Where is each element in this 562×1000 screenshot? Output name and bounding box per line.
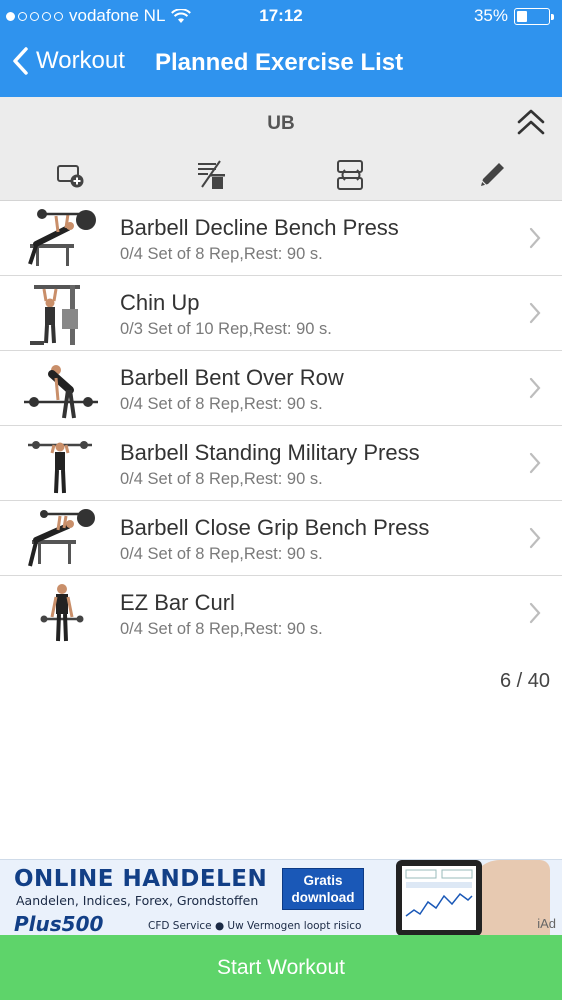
ad-brand-logo: Plus500 bbox=[14, 912, 104, 935]
ad-headline: ONLINE HANDELEN bbox=[14, 866, 268, 892]
exercise-thumbnail-icon bbox=[40, 584, 84, 642]
iad-badge: iAd bbox=[537, 916, 556, 931]
exercise-row[interactable]: Barbell Bent Over Row 0/4 Set of 8 Rep,R… bbox=[0, 351, 562, 426]
exercise-name: Barbell Decline Bench Press bbox=[120, 215, 399, 240]
page-title: Planned Exercise List bbox=[155, 49, 404, 76]
chevron-right-icon bbox=[529, 527, 541, 549]
exercise-name: Barbell Standing Military Press bbox=[120, 440, 420, 465]
exercise-row[interactable]: Barbell Decline Bench Press 0/4 Set of 8… bbox=[0, 201, 562, 276]
top-bar: vodafone NL 17:12 35% Workout Planned Ex… bbox=[0, 0, 562, 97]
status-bar: vodafone NL 17:12 35% bbox=[0, 0, 562, 32]
remove-exercise-icon[interactable] bbox=[193, 157, 229, 193]
battery-fill bbox=[517, 10, 527, 22]
add-exercise-icon[interactable] bbox=[52, 157, 88, 193]
exercise-name: Chin Up bbox=[120, 290, 200, 315]
exercise-thumbnail-icon bbox=[28, 441, 92, 494]
exercise-row[interactable]: Chin Up 0/3 Set of 10 Rep,Rest: 90 s. bbox=[0, 276, 562, 351]
exercise-thumbnail-icon bbox=[28, 209, 96, 266]
group-title: UB bbox=[267, 113, 295, 134]
exercise-detail: 0/4 Set of 8 Rep,Rest: 90 s. bbox=[120, 245, 323, 263]
exercise-count: 6 / 40 bbox=[499, 670, 550, 692]
ad-chart-image bbox=[405, 869, 473, 917]
ad-banner[interactable]: ONLINE HANDELEN Aandelen, Indices, Forex… bbox=[0, 859, 562, 935]
exercise-detail: 0/4 Set of 8 Rep,Rest: 90 s. bbox=[120, 620, 323, 638]
exercise-row[interactable]: EZ Bar Curl 0/4 Set of 8 Rep,Rest: 90 s. bbox=[0, 576, 562, 651]
chevron-right-icon bbox=[529, 452, 541, 474]
ad-phone-image bbox=[396, 860, 482, 935]
exercise-detail: 0/3 Set of 10 Rep,Rest: 90 s. bbox=[120, 320, 332, 338]
navigation-bar: Workout Planned Exercise List bbox=[0, 38, 562, 90]
back-label: Workout bbox=[36, 47, 125, 74]
exercise-row[interactable]: Barbell Standing Military Press 0/4 Set … bbox=[0, 426, 562, 501]
exercise-detail: 0/4 Set of 8 Rep,Rest: 90 s. bbox=[120, 470, 323, 488]
exercise-thumbnail-icon bbox=[24, 365, 98, 419]
collapse-chevron-icon[interactable] bbox=[514, 107, 548, 137]
exercise-group-header: UB bbox=[0, 97, 562, 201]
back-button[interactable]: Workout bbox=[10, 46, 125, 76]
exercise-thumbnail-icon bbox=[28, 509, 95, 567]
exercise-row[interactable]: Barbell Close Grip Bench Press 0/4 Set o… bbox=[0, 501, 562, 576]
battery-icon bbox=[514, 7, 554, 25]
chevron-right-icon bbox=[529, 302, 541, 324]
exercise-thumbnail-icon bbox=[30, 285, 80, 345]
exercise-name: Barbell Bent Over Row bbox=[120, 365, 344, 390]
start-workout-button[interactable]: Start Workout bbox=[0, 935, 562, 1000]
chevron-left-icon bbox=[13, 47, 28, 75]
group-toolbar bbox=[0, 157, 562, 197]
exercise-detail: 0/4 Set of 8 Rep,Rest: 90 s. bbox=[120, 395, 323, 413]
exercise-list: Barbell Decline Bench Press 0/4 Set of 8… bbox=[0, 201, 562, 651]
ad-disclaimer: CFD Service ● Uw Vermogen loopt risico bbox=[148, 920, 362, 932]
ad-download-button[interactable]: Gratis download bbox=[282, 868, 364, 910]
exercise-name: Barbell Close Grip Bench Press bbox=[120, 515, 430, 540]
edit-icon[interactable] bbox=[474, 157, 510, 193]
status-right: 35% bbox=[473, 6, 554, 26]
reorder-icon[interactable] bbox=[333, 157, 369, 193]
chevron-right-icon bbox=[529, 377, 541, 399]
ad-phone-screen bbox=[402, 866, 476, 930]
battery-nub bbox=[551, 13, 554, 20]
chevron-right-icon bbox=[529, 227, 541, 249]
exercise-name: EZ Bar Curl bbox=[120, 590, 235, 615]
ad-subline: Aandelen, Indices, Forex, Grondstoffen bbox=[16, 893, 259, 908]
chevron-right-icon bbox=[529, 602, 541, 624]
exercise-detail: 0/4 Set of 8 Rep,Rest: 90 s. bbox=[120, 545, 323, 563]
battery-percent: 35% bbox=[473, 6, 508, 25]
